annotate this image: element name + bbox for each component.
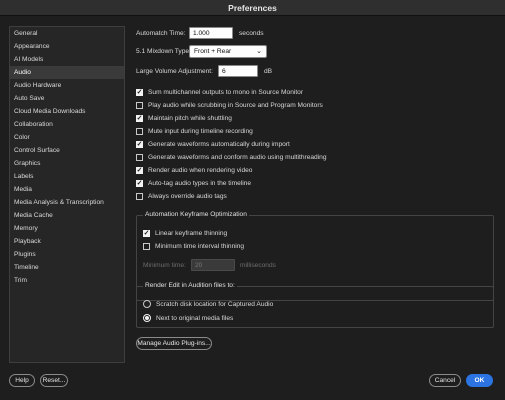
auto-tag-checkbox[interactable]: [136, 179, 143, 187]
sidebar-item-plugins[interactable]: Plugins: [10, 248, 124, 261]
sidebar-item-timeline[interactable]: Timeline: [10, 261, 124, 274]
large-volume-unit: dB: [264, 67, 273, 75]
sidebar-item-labels[interactable]: Labels: [10, 170, 124, 183]
min-interval-row[interactable]: Minimum time interval thinning: [143, 239, 244, 253]
sum-mono-label: Sum multichannel outputs to mono in Sour…: [148, 88, 304, 96]
multithreading-checkbox[interactable]: [136, 153, 143, 161]
checkbox-row[interactable]: Render audio when rendering video: [136, 163, 252, 177]
sidebar-item-cloud-media-downloads[interactable]: Cloud Media Downloads: [10, 105, 124, 118]
maintain-pitch-checkbox[interactable]: [136, 114, 143, 122]
min-time-unit: milliseconds: [240, 261, 276, 269]
checkbox-row[interactable]: Generate waveforms and conform audio usi…: [136, 150, 327, 164]
checkbox-row[interactable]: Play audio while scrubbing in Source and…: [136, 98, 323, 112]
checkbox-row[interactable]: Sum multichannel outputs to mono in Sour…: [136, 85, 303, 99]
scrub-audio-label: Play audio while scrubbing in Source and…: [148, 101, 323, 109]
sidebar-item-graphics[interactable]: Graphics: [10, 157, 124, 170]
min-interval-checkbox[interactable]: [143, 242, 150, 250]
automatch-field[interactable]: 1.000: [189, 27, 233, 39]
checkbox-row[interactable]: Auto-tag audio types in the timeline: [136, 176, 251, 190]
generate-waveforms-checkbox[interactable]: [136, 140, 143, 148]
mixdown-row: 5.1 Mixdown Type: Front + Rear ⌄: [136, 44, 267, 58]
linear-thinning-label: Linear keyframe thinning: [155, 229, 228, 237]
sidebar-item-color[interactable]: Color: [10, 131, 124, 144]
min-interval-label: Minimum time interval thinning: [155, 242, 245, 250]
sidebar-item-general[interactable]: General: [10, 27, 124, 40]
title-bar: Preferences: [0, 0, 505, 16]
sum-mono-checkbox[interactable]: [136, 88, 143, 96]
checkbox-row[interactable]: Maintain pitch while shuttling: [136, 111, 232, 125]
checkbox-row[interactable]: Always override audio tags: [136, 189, 227, 203]
chevron-down-icon: ⌄: [256, 48, 262, 55]
sidebar-item-auto-save[interactable]: Auto Save: [10, 92, 124, 105]
large-volume-row: Large Volume Adjustment: 6 dB: [136, 64, 272, 78]
sidebar-item-media-cache[interactable]: Media Cache: [10, 209, 124, 222]
mute-input-checkbox[interactable]: [136, 127, 143, 135]
sidebar-item-audio-hardware[interactable]: Audio Hardware: [10, 79, 124, 92]
manage-audio-plugins-button[interactable]: Manage Audio Plug-ins...: [136, 337, 212, 350]
linear-thinning-checkbox[interactable]: [143, 229, 150, 237]
multithreading-label: Generate waveforms and conform audio usi…: [148, 153, 327, 161]
min-time-field[interactable]: 20: [191, 259, 235, 271]
automatch-row: Automatch Time: 1.000 seconds: [136, 26, 264, 40]
sidebar-item-trim[interactable]: Trim: [10, 274, 124, 287]
scrub-audio-checkbox[interactable]: [136, 101, 143, 109]
window-title: Preferences: [228, 3, 277, 13]
render-audio-label: Render audio when rendering video: [148, 166, 253, 174]
ok-button[interactable]: OK: [466, 374, 493, 387]
mixdown-dropdown[interactable]: Front + Rear ⌄: [189, 44, 267, 58]
audition-group-title: Render Edit in Audition files to:: [143, 282, 237, 289]
preferences-sidebar: General Appearance AI Models Audio Audio…: [9, 26, 125, 363]
sidebar-item-memory[interactable]: Memory: [10, 222, 124, 235]
render-audio-checkbox[interactable]: [136, 166, 143, 174]
next-to-media-radio[interactable]: [143, 314, 151, 322]
sidebar-item-playback[interactable]: Playback: [10, 235, 124, 248]
mute-input-label: Mute input during timeline recording: [148, 127, 253, 135]
sidebar-item-appearance[interactable]: Appearance: [10, 40, 124, 53]
reset-button[interactable]: Reset...: [40, 374, 68, 387]
checkbox-row[interactable]: Mute input during timeline recording: [136, 124, 253, 138]
sidebar-item-control-surface[interactable]: Control Surface: [10, 144, 124, 157]
sidebar-item-ai-models[interactable]: AI Models: [10, 53, 124, 66]
min-time-row: Minimum time: 20 milliseconds: [143, 258, 276, 272]
next-to-media-label: Next to original media files: [156, 314, 234, 322]
override-tags-label: Always override audio tags: [148, 192, 227, 200]
mixdown-value: Front + Rear: [194, 47, 232, 55]
automatch-unit: seconds: [239, 29, 264, 37]
sidebar-item-audio[interactable]: Audio: [10, 66, 124, 79]
cancel-button[interactable]: Cancel: [429, 374, 461, 387]
scratch-disk-label: Scratch disk location for Captured Audio: [156, 300, 274, 308]
audition-render-group: Render Edit in Audition files to: Scratc…: [136, 282, 494, 328]
sidebar-item-collaboration[interactable]: Collaboration: [10, 118, 124, 131]
generate-waveforms-label: Generate waveforms automatically during …: [148, 140, 290, 148]
checkbox-row[interactable]: Generate waveforms automatically during …: [136, 137, 290, 151]
sidebar-item-media[interactable]: Media: [10, 183, 124, 196]
help-button[interactable]: Help: [9, 374, 35, 387]
large-volume-field[interactable]: 6: [218, 65, 258, 77]
linear-thinning-row[interactable]: Linear keyframe thinning: [143, 226, 227, 240]
next-to-media-row[interactable]: Next to original media files: [143, 311, 233, 325]
keyframe-group-title: Automation Keyframe Optimization: [143, 211, 249, 218]
scratch-disk-row[interactable]: Scratch disk location for Captured Audio: [143, 297, 273, 311]
sidebar-item-media-analysis[interactable]: Media Analysis & Transcription: [10, 196, 124, 209]
auto-tag-label: Auto-tag audio types in the timeline: [148, 179, 251, 187]
automatch-label: Automatch Time:: [136, 29, 186, 37]
mixdown-label: 5.1 Mixdown Type:: [136, 47, 191, 55]
audio-preferences-panel: Automatch Time: 1.000 seconds 5.1 Mixdow…: [136, 26, 496, 356]
maintain-pitch-label: Maintain pitch while shuttling: [148, 114, 232, 122]
large-volume-label: Large Volume Adjustment:: [136, 67, 213, 75]
scratch-disk-radio[interactable]: [143, 300, 151, 308]
override-tags-checkbox[interactable]: [136, 192, 143, 200]
min-time-label: Minimum time:: [143, 261, 186, 269]
